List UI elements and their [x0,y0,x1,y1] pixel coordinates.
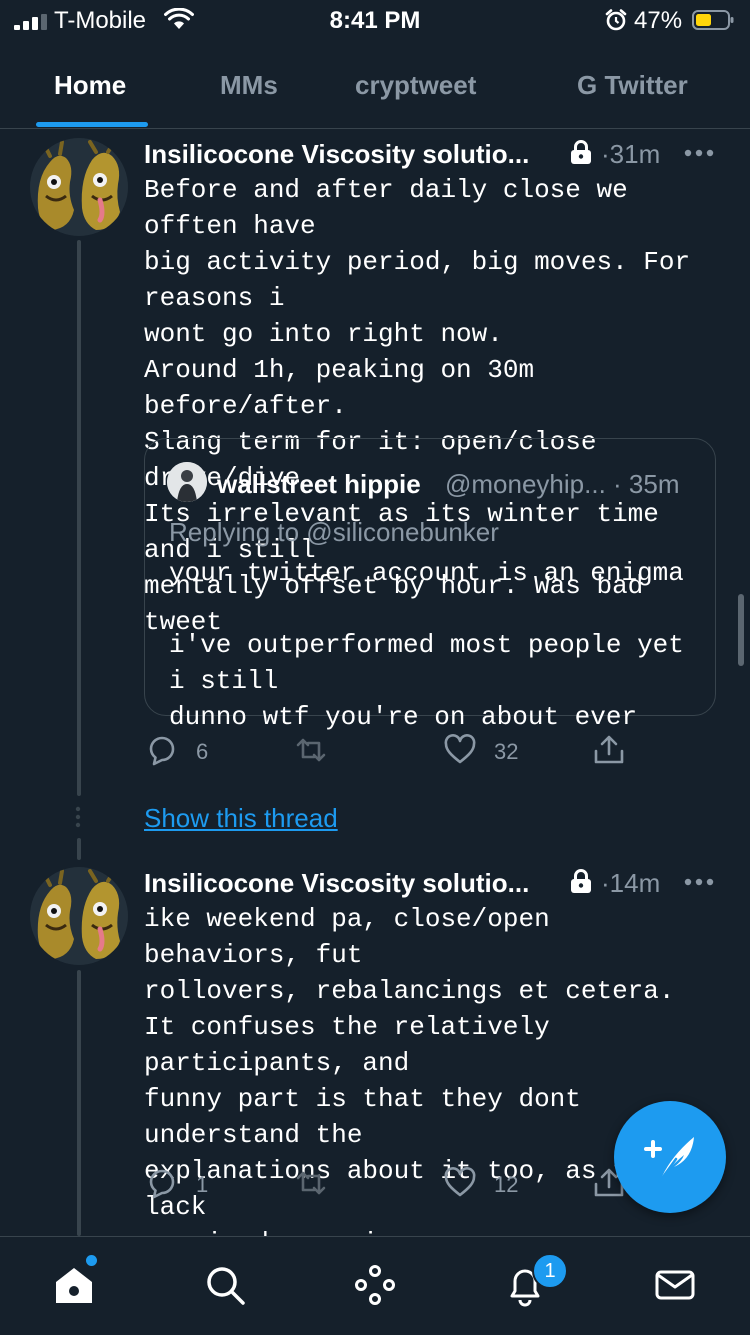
like-count: 12 [494,1172,519,1197]
thread-connector-line [77,240,81,796]
notifications-badge: 1 [532,1253,568,1289]
messages-icon[interactable] [653,1263,697,1307]
share-icon[interactable] [592,733,626,767]
tab-g-twitter[interactable]: G Twitter [577,70,688,101]
bottom-navigation: 1 [0,1236,750,1335]
tweet-timestamp: ·14m [601,868,660,899]
compose-tweet-button[interactable] [614,1101,726,1213]
home-unread-dot [86,1255,97,1266]
quoted-tweet[interactable]: wallstreet hippie @moneyhip... · 35m Rep… [144,438,716,732]
timestamp-value: 31m [609,139,661,169]
quoted-tweet-text: your twitter account is an enigma i've o… [169,558,684,732]
reply-count: 1 [196,1172,209,1197]
quoted-author-handle: @moneyhip... · 35m [445,469,680,499]
compose-feather-icon [644,1137,694,1183]
meta-separator: · [601,139,610,169]
scrollbar[interactable] [738,594,744,666]
reply-icon[interactable] [145,1166,179,1200]
like-icon[interactable] [443,733,477,767]
dragon-avatar-icon [30,867,128,965]
alarm-icon [605,9,627,31]
quoted-author-name: wallstreet hippie [217,469,421,499]
battery-icon [692,10,734,30]
timeline-tabs: Home MMs cryptweet G Twitter [0,40,750,129]
battery-percent: 47% [634,7,683,34]
meta-separator: · [601,868,610,898]
lock-icon [571,869,591,893]
reply-count: 6 [196,739,209,764]
home-icon[interactable] [52,1263,96,1307]
thread-connector-line [77,838,81,860]
thread-connector-line [77,970,81,1236]
tab-mms[interactable]: MMs [220,70,278,101]
replying-to: Replying to @siliconebunker [169,517,499,547]
dragon-avatar-icon [30,138,128,236]
lock-icon [571,140,591,164]
search-icon[interactable] [203,1263,247,1307]
avatar[interactable] [30,138,128,236]
tab-cryptweet[interactable]: cryptweet [355,70,476,101]
retweet-icon[interactable] [294,1166,328,1200]
show-thread-link[interactable]: Show this thread [144,803,338,834]
active-tab-indicator [36,122,148,127]
person-avatar-icon [167,462,207,502]
spaces-icon[interactable] [353,1263,397,1307]
tweet-author-name[interactable]: Insilicocone Viscosity solutio... [144,139,529,170]
reply-icon[interactable] [145,733,179,767]
avatar[interactable] [30,867,128,965]
tab-home[interactable]: Home [54,70,126,101]
like-count: 32 [494,739,519,764]
more-options-icon[interactable] [684,148,714,158]
quoted-avatar [167,462,207,502]
timestamp-value: 14m [609,868,661,898]
tweet-timestamp: ·31m [601,139,660,170]
like-icon[interactable] [443,1166,477,1200]
retweet-icon[interactable] [294,733,328,767]
status-bar: T-Mobile 8:41 PM 47% [0,0,750,40]
tweet-author-name[interactable]: Insilicocone Viscosity solutio... [144,868,529,899]
thread-gap-dots [75,806,81,841]
more-options-icon[interactable] [684,877,714,887]
